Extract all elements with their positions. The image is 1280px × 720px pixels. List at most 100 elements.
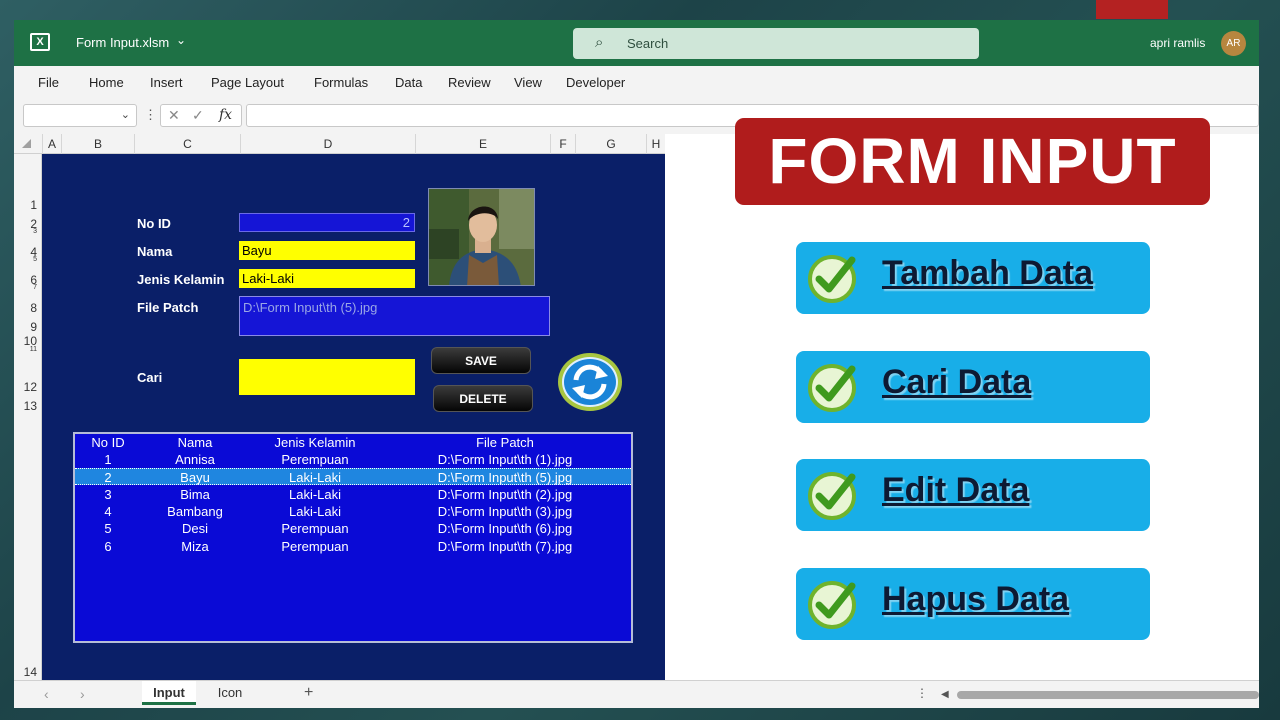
sheet-tab-bar: ‹ › Input Icon + ⋮ ◀ xyxy=(14,680,1259,708)
listbox-header-row: No ID Nama Jenis Kelamin File Patch xyxy=(75,434,631,451)
chevron-down-icon[interactable]: ⌄ xyxy=(121,108,130,121)
feature-cari-data: Cari Data xyxy=(796,351,1150,423)
file-name[interactable]: Form Input.xlsm xyxy=(76,35,169,50)
tab-icon[interactable]: Icon xyxy=(202,681,258,705)
menu-review[interactable]: Review xyxy=(448,75,491,90)
search-icon: ⌕ xyxy=(595,34,604,51)
refresh-icon xyxy=(562,357,618,407)
title-bar: X Form Input.xlsm ⌄ ⌕ Search apri ramlis… xyxy=(14,20,1259,66)
menu-home[interactable]: Home xyxy=(89,75,124,90)
add-sheet-icon[interactable]: + xyxy=(304,684,313,702)
col-header-h[interactable]: H xyxy=(646,134,665,154)
cell-file-patch: D:\Form Input\th (7).jpg xyxy=(437,539,573,554)
ribbon-menu: File Home Insert Page Layout Formulas Da… xyxy=(14,66,1259,98)
file-patch-field[interactable]: D:\Form Input\th (5).jpg xyxy=(239,296,550,336)
col-header-a[interactable]: A xyxy=(42,134,61,154)
more-icon[interactable]: ⋮ xyxy=(916,686,928,700)
row-header[interactable]: 13 xyxy=(24,399,37,413)
data-listbox[interactable]: No ID Nama Jenis Kelamin File Patch 1 An… xyxy=(73,432,633,643)
cell-nama: Bambang xyxy=(167,504,223,519)
nama-label: Nama xyxy=(137,244,173,259)
list-item-selected[interactable]: 2 Bayu Laki-Laki D:\Form Input\th (5).jp… xyxy=(75,468,631,485)
cell-id: 3 xyxy=(104,487,112,502)
chevron-right-icon[interactable]: › xyxy=(80,686,85,702)
row-header[interactable]: 11 xyxy=(30,346,37,353)
no-id-field[interactable]: 2 xyxy=(239,213,415,232)
cell-nama: Bima xyxy=(180,487,210,502)
feature-label: Hapus Data xyxy=(882,580,1070,618)
horizontal-scrollbar[interactable] xyxy=(957,691,1259,699)
col-header-e[interactable]: E xyxy=(415,134,550,154)
cell-file-patch: D:\Form Input\th (6).jpg xyxy=(437,521,573,536)
cell-file-patch: D:\Form Input\th (5).jpg xyxy=(437,470,573,485)
col-header-f[interactable]: F xyxy=(550,134,575,154)
cell-jenis-kelamin: Perempuan xyxy=(281,539,349,554)
menu-data[interactable]: Data xyxy=(395,75,422,90)
user-name[interactable]: apri ramlis xyxy=(1150,36,1205,50)
delete-button[interactable]: DELETE xyxy=(433,385,533,412)
search-placeholder: Search xyxy=(627,36,669,51)
list-item[interactable]: 3 Bima Laki-Laki D:\Form Input\th (2).jp… xyxy=(75,486,631,503)
row-headers: 1 2 3 4 5 6 7 8 9 10 11 12 13 14 xyxy=(14,154,42,680)
row-header[interactable]: 1 xyxy=(30,198,37,212)
cell-jenis-kelamin: Laki-Laki xyxy=(288,487,342,502)
search-input[interactable]: ⌕ Search xyxy=(573,28,979,59)
red-decoration xyxy=(1096,0,1168,19)
cell-nama: Desi xyxy=(181,521,208,536)
header-no-id: No ID xyxy=(91,435,125,450)
chevron-down-icon[interactable]: ⌄ xyxy=(176,33,186,47)
row-header[interactable]: 3 xyxy=(33,228,37,235)
col-header-g[interactable]: G xyxy=(575,134,646,154)
menu-view[interactable]: View xyxy=(514,75,542,90)
confirm-icon[interactable]: ✓ xyxy=(192,107,204,124)
feature-label: Tambah Data xyxy=(882,254,1093,292)
list-item[interactable]: 1 Annisa Perempuan D:\Form Input\th (1).… xyxy=(75,451,631,468)
cell-id: 2 xyxy=(104,470,112,485)
profile-photo xyxy=(428,188,535,286)
row-header[interactable]: 8 xyxy=(30,301,37,315)
menu-page-layout[interactable]: Page Layout xyxy=(211,75,284,90)
no-id-label: No ID xyxy=(137,216,171,231)
tab-input[interactable]: Input xyxy=(142,681,196,705)
menu-insert[interactable]: Insert xyxy=(150,75,183,90)
input-sheet: No ID 2 Nama Bayu Jenis Kelamin Laki-Lak… xyxy=(42,154,665,680)
cell-file-patch: D:\Form Input\th (2).jpg xyxy=(437,487,573,502)
excel-logo-icon[interactable]: X xyxy=(30,33,50,51)
cell-file-patch: D:\Form Input\th (1).jpg xyxy=(437,452,573,467)
jenis-kelamin-field[interactable]: Laki-Laki xyxy=(239,269,415,288)
row-header[interactable]: 12 xyxy=(24,380,37,394)
menu-file[interactable]: File xyxy=(38,75,59,90)
refresh-button[interactable] xyxy=(558,353,622,411)
chevron-left-icon[interactable]: ‹ xyxy=(44,686,49,702)
save-button[interactable]: SAVE xyxy=(431,347,531,374)
name-box[interactable]: ⌄ xyxy=(23,104,137,127)
list-item[interactable]: 6 Miza Perempuan D:\Form Input\th (7).jp… xyxy=(75,538,631,555)
list-item[interactable]: 4 Bambang Laki-Laki D:\Form Input\th (3)… xyxy=(75,503,631,520)
col-header-d[interactable]: D xyxy=(240,134,415,154)
check-icon xyxy=(808,581,856,629)
cell-id: 4 xyxy=(104,504,112,519)
header-file-patch: File Patch xyxy=(476,435,534,450)
scroll-left-icon[interactable]: ◀ xyxy=(941,689,949,700)
select-all-icon[interactable] xyxy=(22,139,31,148)
row-header[interactable]: 9 xyxy=(30,320,37,334)
function-icon[interactable]: fx xyxy=(219,107,232,123)
col-header-c[interactable]: C xyxy=(134,134,240,154)
avatar[interactable]: AR xyxy=(1221,31,1246,56)
list-item[interactable]: 5 Desi Perempuan D:\Form Input\th (6).jp… xyxy=(75,520,631,537)
col-header-b[interactable]: B xyxy=(61,134,134,154)
feature-label: Edit Data xyxy=(882,471,1030,509)
nama-field[interactable]: Bayu xyxy=(239,241,415,260)
menu-developer[interactable]: Developer xyxy=(566,75,625,90)
row-header[interactable]: 7 xyxy=(33,284,37,291)
more-icon[interactable]: ⋮ xyxy=(144,107,157,123)
row-header[interactable]: 5 xyxy=(33,256,37,263)
cell-nama: Miza xyxy=(181,539,209,554)
menu-formulas[interactable]: Formulas xyxy=(314,75,368,90)
row-header[interactable]: 14 xyxy=(24,665,37,679)
cancel-icon[interactable]: ✕ xyxy=(168,107,180,124)
feature-label: Cari Data xyxy=(882,363,1032,401)
file-patch-label: File Patch xyxy=(137,300,199,315)
cari-field[interactable] xyxy=(239,359,415,395)
jenis-kelamin-label: Jenis Kelamin xyxy=(137,272,225,287)
